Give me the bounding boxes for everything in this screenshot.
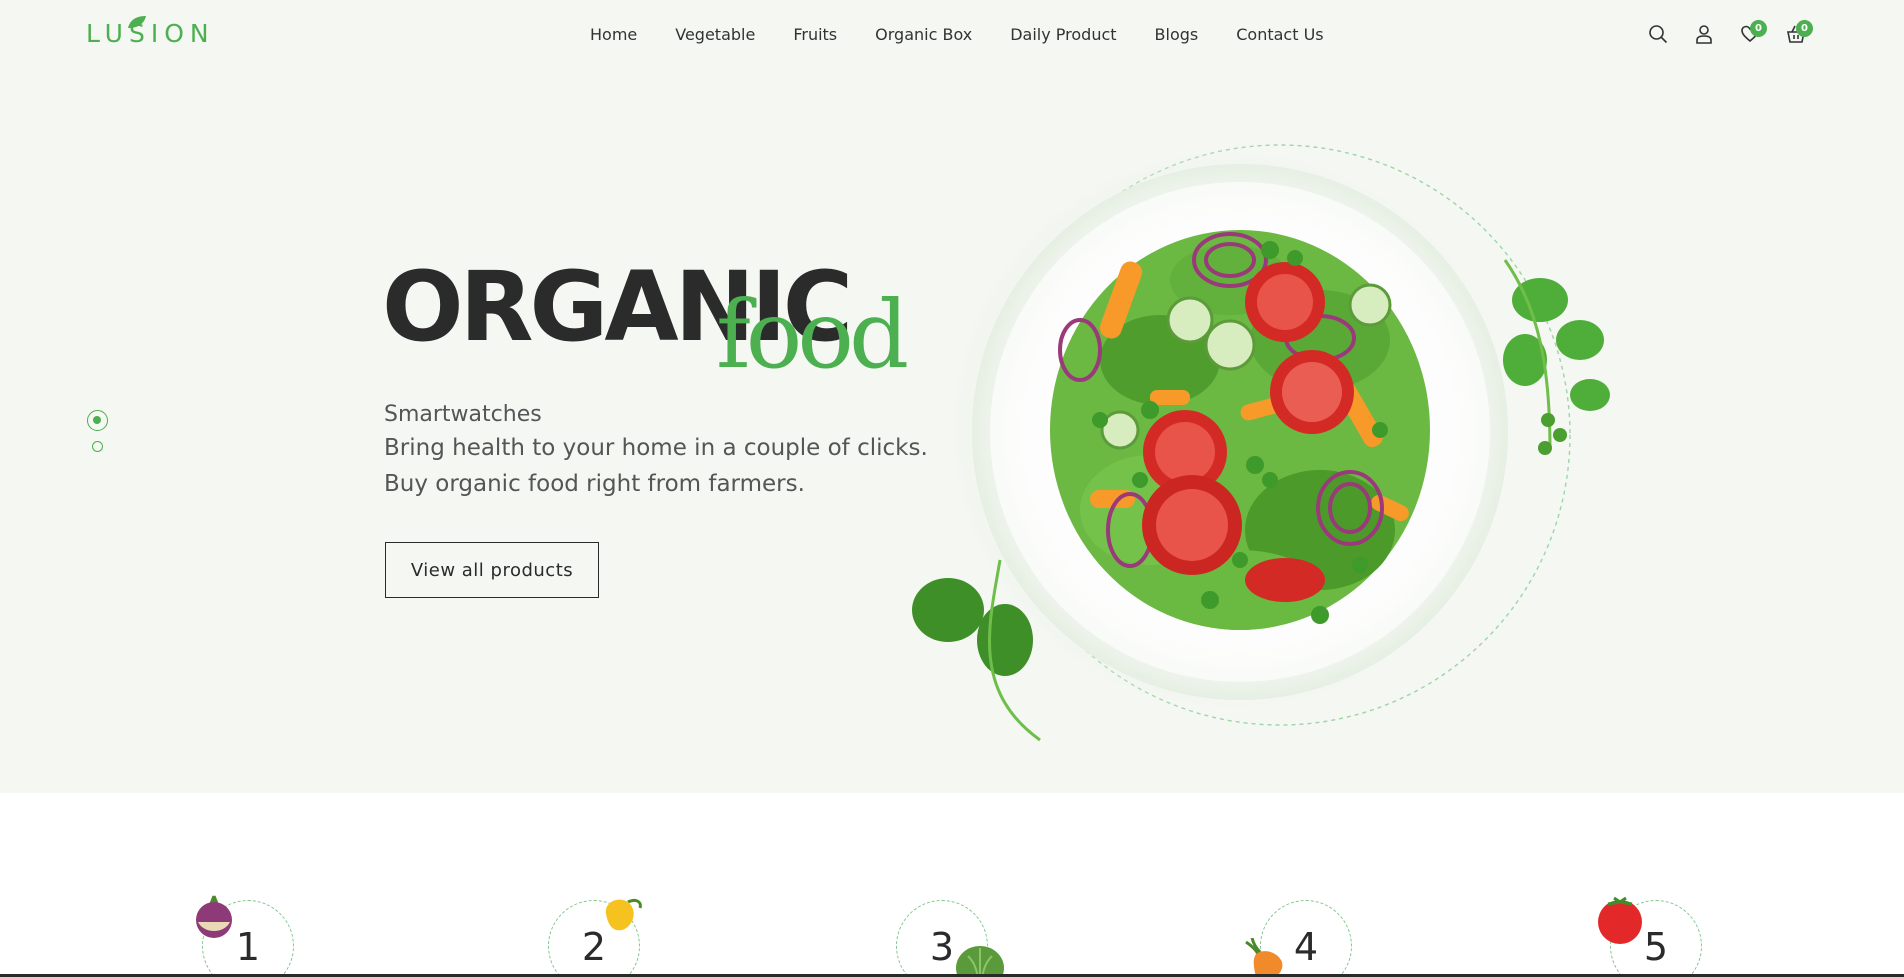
slider-dot-1[interactable]	[87, 410, 108, 431]
salad-plate-image	[912, 140, 1610, 742]
nav-daily-product[interactable]: Daily Product	[1010, 20, 1116, 50]
nav-organic-box[interactable]: Organic Box	[875, 20, 972, 50]
view-all-products-button[interactable]: View all products	[385, 542, 599, 598]
beet-icon	[196, 895, 232, 938]
main-nav: Home Vegetable Fruits Organic Box Daily …	[590, 20, 1362, 50]
slider-dot-2[interactable]	[92, 441, 103, 452]
nav-home[interactable]: Home	[590, 20, 637, 50]
site-header: LUSION Home Vegetable Fruits Organic Box…	[0, 0, 1904, 70]
wishlist-count-badge: 0	[1750, 20, 1767, 37]
slider-dots	[87, 410, 108, 452]
account-button[interactable]	[1681, 18, 1727, 50]
nav-blogs[interactable]: Blogs	[1155, 20, 1199, 50]
logo-text: LUSION	[86, 19, 215, 48]
nav-vegetable[interactable]: Vegetable	[675, 20, 755, 50]
leaf-icon	[128, 16, 146, 28]
cart-count-badge: 0	[1796, 20, 1813, 37]
hero-script-word: food	[716, 281, 909, 390]
hero-tagline-1: Bring health to your home in a couple of…	[384, 435, 928, 461]
nav-fruits[interactable]: Fruits	[793, 20, 837, 50]
user-icon	[1696, 25, 1712, 44]
hero-kicker: Smartwatches	[384, 402, 542, 427]
tomato-icon	[1598, 896, 1642, 944]
nav-contact-us[interactable]: Contact Us	[1236, 20, 1323, 50]
hero-tagline-2: Buy organic food right from farmers.	[384, 471, 805, 497]
search-button[interactable]	[1635, 18, 1681, 50]
brand-logo[interactable]: LUSION	[86, 14, 215, 54]
hero-section: ORGANIC food Smartwatches Bring health t…	[0, 0, 1904, 793]
header-actions: 0 0	[1635, 18, 1819, 50]
cabbage-icon	[956, 946, 1004, 977]
pepper-icon	[605, 898, 642, 931]
search-icon	[1649, 25, 1668, 44]
wishlist-button[interactable]: 0	[1727, 18, 1773, 50]
carrot-icon	[1245, 938, 1283, 977]
cart-button[interactable]: 0	[1773, 18, 1819, 50]
